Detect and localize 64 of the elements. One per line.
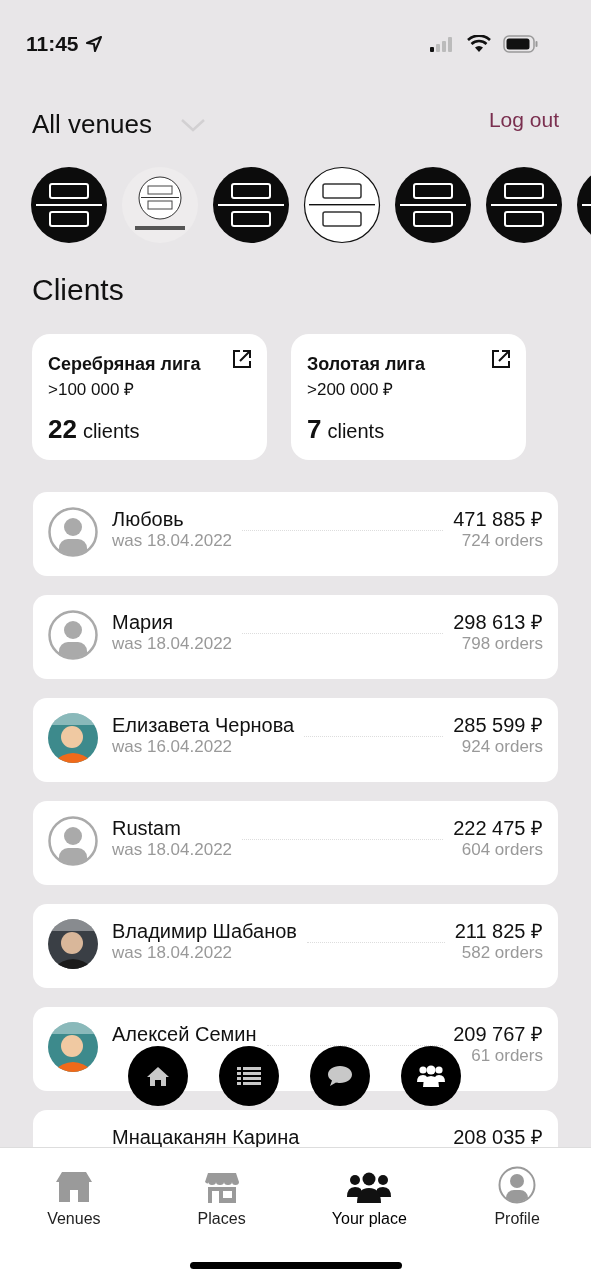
client-name: Владимир Шабанов (112, 920, 297, 942)
last-seen: was 16.04.2022 (112, 736, 234, 758)
client-amount: 471 885 ₽ (453, 508, 543, 530)
signal-icon (429, 36, 455, 52)
group-icon (416, 1064, 446, 1088)
external-link-icon[interactable] (490, 348, 512, 370)
segment-card[interactable]: Золотая лига >200 000 ₽ 7 clients (291, 334, 526, 460)
client-name: Елизавета Чернова (112, 714, 295, 736)
house-icon (53, 1170, 94, 1204)
order-count: 61 orders (471, 1045, 543, 1067)
client-count-unit: clients (82, 420, 140, 443)
status-time: 11:45 (26, 32, 79, 56)
client-amount: 209 767 ₽ (453, 1023, 543, 1045)
segment-threshold: >100 000 ₽ (48, 379, 136, 400)
client-name: Алексей Семин (112, 1023, 257, 1045)
client-row[interactable]: Владимир Шабанов was 18.04.2022 211 825 ₽ 582 orders (33, 904, 558, 988)
order-count: 582 orders (461, 942, 543, 964)
client-name: Rustam (112, 817, 182, 839)
wifi-icon (467, 35, 491, 53)
order-count: 798 orders (461, 633, 543, 655)
client-row[interactable]: Любовь was 18.04.2022 471 885 ₽ 724 orders (33, 492, 558, 576)
client-amount: 285 599 ₽ (453, 714, 543, 736)
last-seen: was 18.04.2022 (112, 839, 233, 861)
client-name: Мария (112, 611, 175, 633)
client-amount: 222 475 ₽ (453, 817, 543, 839)
venue-dropdown[interactable]: All venues (32, 109, 206, 140)
client-row[interactable]: Rustam was 18.04.2022 222 475 ₽ 604 orders (33, 801, 558, 885)
last-seen: was 18.04.2022 (112, 633, 233, 655)
list-icon (237, 1066, 261, 1086)
client-count: 22 (48, 414, 77, 445)
logout-link[interactable]: Log out (488, 107, 559, 132)
tab-bar-item[interactable]: Venues (0, 1158, 148, 1228)
client-row[interactable]: Мария was 18.04.2022 298 613 ₽ 798 orders (33, 595, 558, 679)
segment-title: Золотая лига (307, 353, 425, 375)
profile-icon (498, 1166, 537, 1204)
tab-bar-item[interactable]: Places (147, 1158, 296, 1228)
location-arrow-icon (84, 35, 103, 53)
client-amount: 211 825 ₽ (454, 920, 543, 942)
client-row[interactable]: Елизавета Чернова was 16.04.2022 285 599 ₽ 924 orders (33, 698, 558, 782)
order-count: 924 orders (461, 736, 543, 758)
client-amount: 208 035 ₽ (453, 1126, 543, 1147)
avatar-icon (48, 507, 98, 557)
segment-card[interactable]: Серебряная лига >100 000 ₽ 22 clients (32, 334, 267, 460)
section-title: Clients (31, 272, 125, 307)
segment-threshold: >200 000 ₽ (307, 379, 395, 400)
tab-bar-item[interactable]: Profile (443, 1158, 591, 1228)
last-seen: was 18.04.2022 (112, 942, 234, 964)
battery-icon (503, 35, 539, 53)
last-seen: was 18.04.2022 (112, 530, 233, 552)
client-amount: 298 613 ₽ (453, 611, 543, 633)
avatar-icon (48, 610, 98, 660)
chat-bubble-icon (327, 1065, 353, 1087)
home-icon (146, 1065, 170, 1087)
external-link-icon[interactable] (231, 348, 253, 370)
avatar-icon (48, 816, 98, 866)
segment-title: Серебряная лига (48, 353, 201, 375)
client-count-unit: clients (327, 420, 385, 443)
order-count: 724 orders (461, 530, 543, 552)
group-icon (346, 1172, 393, 1204)
order-count: 604 orders (461, 839, 543, 861)
client-count: 7 (307, 414, 322, 445)
client-name: Любовь (112, 508, 185, 530)
store-icon (203, 1172, 240, 1204)
tab-bar-item[interactable]: Your place (295, 1158, 444, 1228)
